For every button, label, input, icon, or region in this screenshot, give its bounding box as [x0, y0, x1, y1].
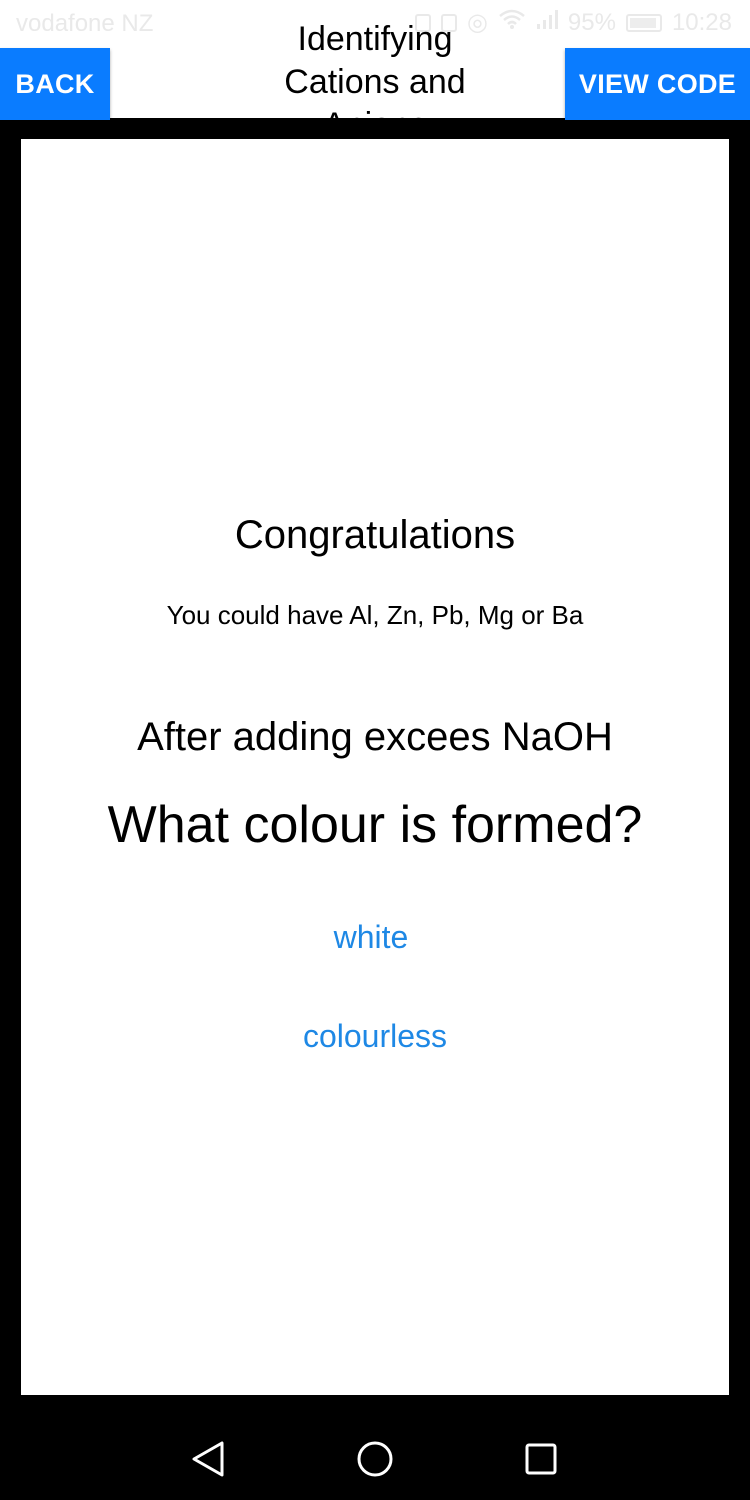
carrier-label: vodafone NZ [16, 10, 154, 37]
clock: 10:28 [671, 8, 732, 36]
question-heading: What colour is formed? [107, 796, 643, 854]
android-nav-bar [0, 1418, 750, 1500]
signal-icon [536, 9, 558, 37]
nav-home-icon[interactable] [352, 1436, 398, 1482]
instruction-text: After adding excees NaOH [137, 715, 613, 759]
nav-back-icon[interactable] [186, 1436, 232, 1482]
answer-option-white[interactable]: white [17, 919, 725, 956]
battery-icon [625, 13, 662, 32]
possible-ions-text: You could have Al, Zn, Pb, Mg or Ba [166, 600, 584, 630]
nav-recents-icon[interactable] [518, 1436, 564, 1482]
content-card: Congratulations You could have Al, Zn, P… [21, 139, 729, 1395]
back-button[interactable]: BACK [0, 48, 110, 120]
page-title: Identifying Cations and Anions [284, 20, 466, 118]
view-code-button[interactable]: VIEW CODE [565, 48, 750, 120]
congratulations-heading: Congratulations [234, 513, 516, 557]
battery-percent: 95% [567, 8, 616, 36]
wifi-icon [498, 8, 526, 37]
answer-option-colourless[interactable]: colourless [21, 1018, 729, 1055]
